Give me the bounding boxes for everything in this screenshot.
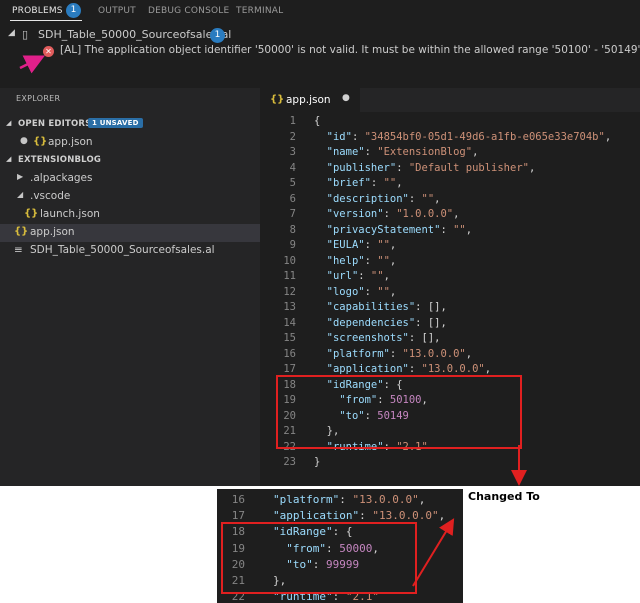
json-file-icon: {} bbox=[33, 136, 48, 147]
unsaved-dot-icon: ● bbox=[20, 136, 28, 146]
tab-terminal[interactable]: TERMINAL bbox=[236, 6, 283, 16]
code-line: 7 "version": "1.0.0.0", bbox=[289, 208, 460, 220]
code-line: 14 "dependencies": [], bbox=[283, 316, 447, 329]
tab-debug-console[interactable]: DEBUG CONSOLE bbox=[148, 6, 229, 16]
open-editors-section[interactable]: ◢ OPEN EDITORS 1 UNSAVED bbox=[0, 116, 260, 134]
file-problem-count-badge: 1 bbox=[210, 28, 225, 43]
unsaved-dot-icon[interactable]: ● bbox=[342, 93, 350, 103]
file-icon: ≡ bbox=[14, 244, 23, 256]
file-sdh-table-al[interactable]: ≡ SDH_Table_50000_Sourceofsales.al bbox=[0, 242, 260, 260]
highlight-box bbox=[276, 375, 522, 449]
highlight-box bbox=[221, 522, 417, 594]
code-line: 13 "capabilities": [], bbox=[283, 301, 447, 313]
problems-count-badge: 1 bbox=[66, 3, 81, 18]
problem-error-row[interactable]: ✕ [AL] The application object identifier… bbox=[0, 44, 640, 58]
project-section[interactable]: ◢ EXTENSIONBLOG bbox=[0, 152, 260, 170]
explorer-sidebar: EXPLORER ◢ OPEN EDITORS 1 UNSAVED ● {} a… bbox=[0, 88, 260, 486]
problem-file-name: SDH_Table_50000_Sourceofsales.al bbox=[38, 28, 232, 41]
code-line: 10 "help": "", bbox=[283, 254, 397, 267]
code-line: 12 "logo": "", bbox=[283, 285, 397, 298]
unsaved-badge: 1 UNSAVED bbox=[88, 118, 143, 128]
changed-code-panel: 16 "platform": "13.0.0.0", 17 "application… bbox=[217, 489, 463, 603]
folder-vscode[interactable]: ◢ .vscode bbox=[0, 188, 260, 206]
code-line: 9 "EULA": "", bbox=[289, 239, 397, 251]
code-line: 5 "brief": "", bbox=[289, 177, 403, 189]
code-line: 2 "id": "34854bf0-05d1-49d6-a1fb-e065e33… bbox=[289, 130, 612, 143]
file-app-json[interactable]: {} app.json bbox=[0, 224, 260, 242]
chevron-down-icon: ◢ bbox=[6, 119, 12, 127]
error-message: [AL] The application object identifier '… bbox=[60, 44, 640, 56]
code-line: 15 "screenshots": [], bbox=[283, 332, 441, 344]
code-line: 1{ bbox=[289, 115, 321, 127]
code-line: 16 "platform": "13.0.0.0", bbox=[283, 347, 473, 360]
vscode-window: PROBLEMS 1 OUTPUT DEBUG CONSOLE TERMINAL… bbox=[0, 0, 640, 486]
json-file-icon: {} bbox=[270, 94, 285, 105]
file-launch-json[interactable]: {} launch.json bbox=[0, 206, 260, 224]
chevron-down-icon: ◢ bbox=[17, 190, 24, 199]
tab-problems[interactable]: PROBLEMS bbox=[12, 6, 63, 16]
json-file-icon: {} bbox=[24, 208, 39, 219]
code-line: 3 "name": "ExtensionBlog", bbox=[289, 146, 479, 158]
problem-file-row[interactable]: ◢ ▯ SDH_Table_50000_Sourceofsales.al 1 bbox=[0, 28, 640, 43]
active-tab-indicator bbox=[10, 20, 82, 21]
error-icon: ✕ bbox=[43, 46, 54, 57]
panel-tabbar: PROBLEMS 1 OUTPUT DEBUG CONSOLE TERMINAL bbox=[0, 0, 640, 22]
code-line: 23} bbox=[283, 456, 321, 468]
code-line: 11 "url": "", bbox=[283, 270, 390, 282]
tab-app-json[interactable]: {} app.json ● bbox=[260, 88, 360, 112]
file-icon: ▯ bbox=[22, 28, 29, 41]
folder-alpackages[interactable]: ▶ .alpackages bbox=[0, 170, 260, 188]
code-line: 4 "publisher": "Default publisher", bbox=[289, 161, 536, 174]
json-file-icon: {} bbox=[14, 226, 29, 237]
editor-tabbar: {} app.json ● bbox=[260, 88, 640, 112]
code-line: 16 "platform": "13.0.0.0", bbox=[231, 493, 426, 506]
chevron-down-icon[interactable]: ◢ bbox=[8, 28, 15, 38]
code-line: 8 "privacyStatement": "", bbox=[289, 223, 473, 236]
code-line: 6 "description": "", bbox=[289, 192, 441, 205]
chevron-right-icon: ▶ bbox=[17, 172, 24, 181]
chevron-down-icon: ◢ bbox=[6, 155, 12, 163]
explorer-title: EXPLORER bbox=[16, 94, 61, 103]
open-editor-app-json[interactable]: ● {} app.json bbox=[0, 134, 260, 152]
changed-to-label: Changed To bbox=[468, 490, 540, 503]
tab-output[interactable]: OUTPUT bbox=[98, 6, 136, 16]
